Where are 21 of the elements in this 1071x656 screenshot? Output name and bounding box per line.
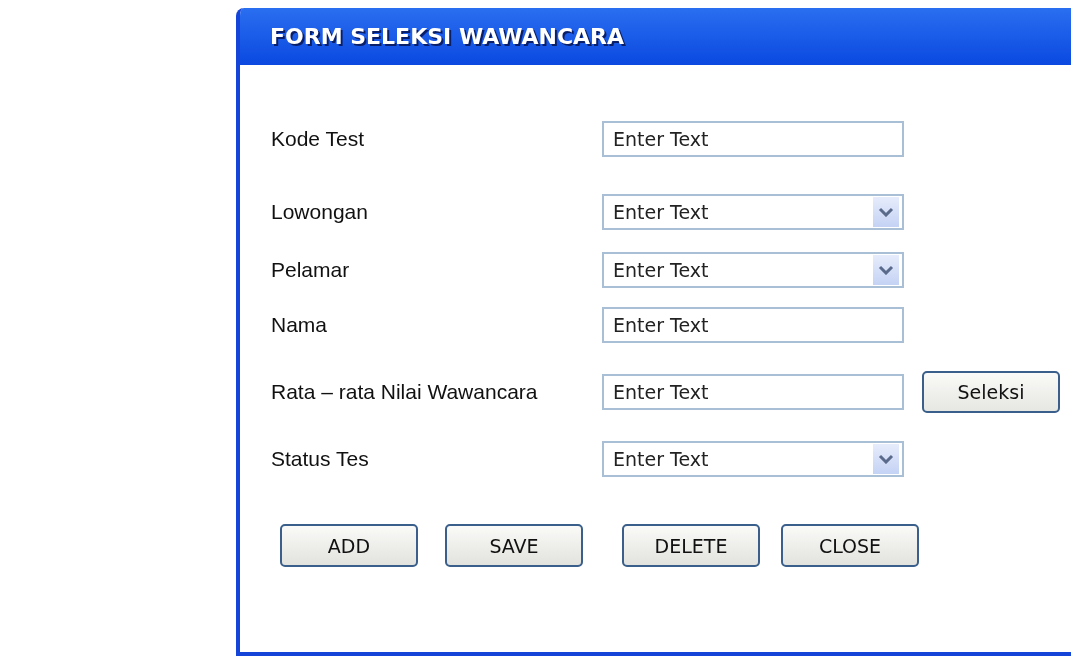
field-label: Pelamar [271, 258, 351, 282]
chevron-down-icon[interactable] [873, 197, 899, 227]
action-button[interactable]: ADD [280, 524, 418, 567]
field-label: Kode Test [271, 127, 365, 151]
field-label: Nama [271, 313, 329, 337]
window-title: FORM SELEKSI WAWANCARA [270, 24, 625, 49]
action-button[interactable]: CLOSE [781, 524, 919, 567]
action-button[interactable]: SAVE [445, 524, 583, 567]
seleksi-button[interactable]: Seleksi [922, 371, 1060, 413]
dropdown-field[interactable]: Enter Text [602, 194, 904, 230]
field-label: Rata – rata Nilai Wawancara [271, 380, 539, 404]
dropdown-field[interactable]: Enter Text [602, 252, 904, 288]
chevron-down-icon[interactable] [873, 255, 899, 285]
field-label: Lowongan [271, 200, 369, 224]
dropdown-field[interactable]: Enter Text [602, 441, 904, 477]
input-field[interactable]: Enter Text [602, 374, 904, 410]
chevron-down-icon[interactable] [873, 444, 899, 474]
input-field[interactable]: Enter Text [602, 121, 904, 157]
field-label: Status Tes [271, 447, 370, 471]
input-field[interactable]: Enter Text [602, 307, 904, 343]
action-button[interactable]: DELETE [622, 524, 760, 567]
